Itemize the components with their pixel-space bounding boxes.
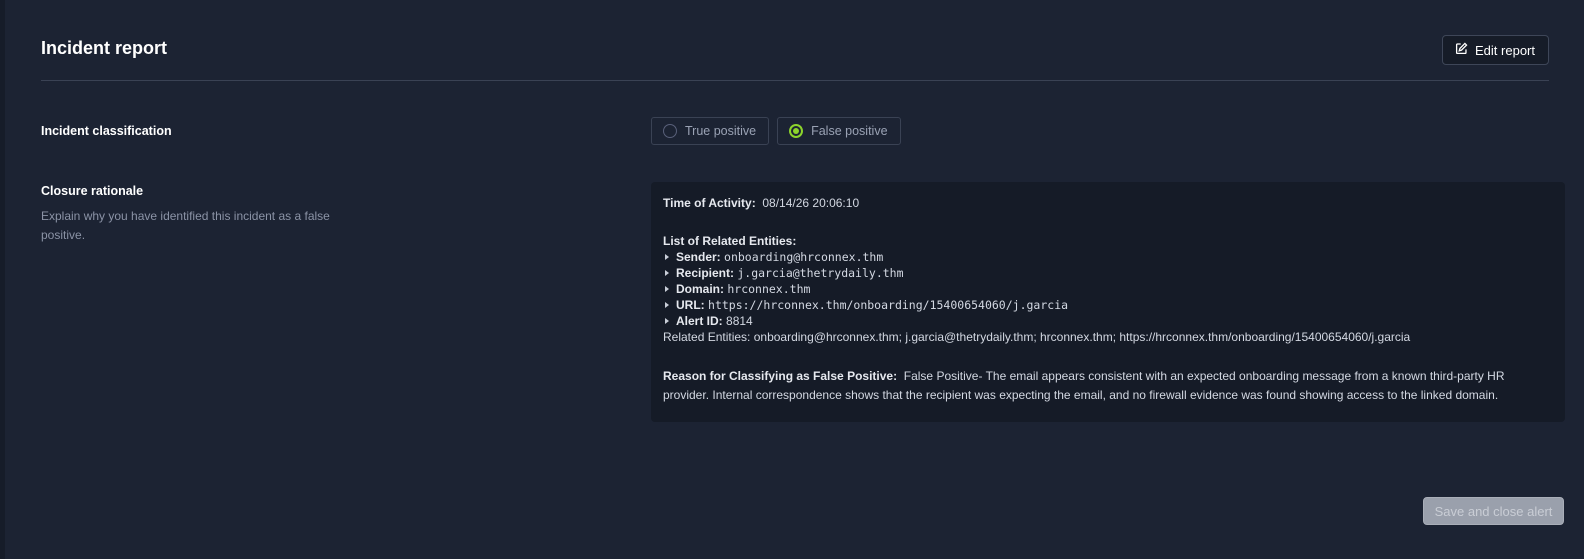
edit-icon (1455, 42, 1468, 58)
entity-value: 8814 (726, 314, 753, 328)
entity-value: https://hrconnex.thm/onboarding/15400654… (708, 298, 1069, 312)
radio-checked-icon (789, 124, 804, 138)
entities-list: Sender: onboarding@hrconnex.thm Recipien… (663, 249, 1553, 329)
report-header: Incident report Edit report (41, 30, 1549, 81)
list-item: Sender: onboarding@hrconnex.thm (663, 249, 1553, 265)
list-item: Domain: hrconnex.thm (663, 281, 1553, 297)
list-item: Alert ID: 8814 (663, 313, 1553, 329)
left-edge-border (0, 0, 5, 559)
entity-value: hrconnex.thm (727, 282, 811, 296)
closure-rationale-label: Closure rationale (41, 184, 144, 198)
entities-heading: List of Related Entities: (663, 234, 797, 248)
entity-key: Recipient: (676, 266, 735, 280)
entity-key: Alert ID: (676, 314, 723, 328)
closure-rationale-content[interactable]: Time of Activity: 08/14/26 20:06:10 List… (651, 182, 1565, 422)
false-positive-option[interactable]: False positive (777, 117, 901, 145)
entity-key: Sender: (676, 250, 721, 264)
related-entities-summary: Related Entities: onboarding@hrconnex.th… (663, 330, 1411, 344)
true-positive-option[interactable]: True positive (651, 117, 770, 145)
list-item: Recipient: j.garcia@thetrydaily.thm (663, 265, 1553, 281)
reason-key: Reason for Classifying as False Positive… (663, 369, 898, 383)
closure-rationale-helper: Explain why you have identified this inc… (41, 209, 330, 242)
time-of-activity-row: Time of Activity: 08/14/26 20:06:10 (663, 195, 1553, 211)
edit-report-button[interactable]: Edit report (1442, 35, 1549, 65)
entity-value: j.garcia@thetrydaily.thm (737, 266, 904, 280)
time-of-activity-value: 08/14/26 20:06:10 (762, 196, 860, 210)
classification-radio-group: True positive False positive (651, 117, 901, 145)
entity-value: onboarding@hrconnex.thm (724, 250, 884, 264)
radio-unchecked-icon (663, 124, 677, 138)
false-positive-label: False positive (811, 124, 888, 138)
true-positive-label: True positive (685, 124, 757, 138)
save-and-close-button[interactable]: Save and close alert (1423, 497, 1564, 525)
page-title: Incident report (41, 38, 168, 58)
edit-report-label: Edit report (1475, 42, 1535, 58)
list-item: URL: https://hrconnex.thm/onboarding/154… (663, 297, 1553, 313)
entity-key: URL: (676, 298, 705, 312)
entity-key: Domain: (676, 282, 724, 296)
time-of-activity-key: Time of Activity: (663, 196, 756, 210)
classification-label: Incident classification (41, 124, 172, 138)
reason-paragraph: Reason for Classifying as False Positive… (663, 367, 1553, 405)
